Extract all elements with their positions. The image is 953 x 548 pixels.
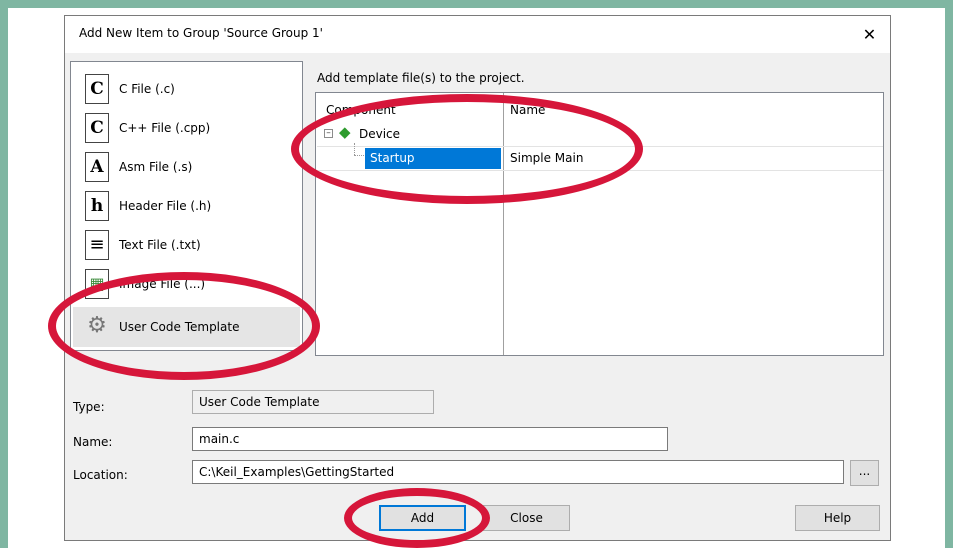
file-type-c[interactable]: C C File (.c) (79, 72, 294, 108)
frame-top-border (0, 0, 953, 8)
gears-icon: ⚙ (87, 313, 107, 338)
file-type-label: Asm File (.s) (119, 160, 193, 174)
frame-right-border (945, 0, 953, 548)
header-file-icon: h (85, 191, 109, 221)
tree-node-device: Device (359, 127, 401, 141)
add-new-item-dialog: Add New Item to Group 'Source Group 1' ✕… (64, 15, 891, 541)
column-divider (503, 93, 504, 355)
name-input[interactable]: main.c (192, 427, 668, 451)
file-type-user-code-template[interactable]: ⚙ User Code Template (73, 307, 300, 347)
component-tree: Component Name – ◆ Device Startup Simple… (315, 92, 884, 356)
row-divider (317, 146, 883, 147)
tree-connector (354, 155, 364, 157)
browse-button[interactable]: ... (850, 460, 879, 486)
row-divider (317, 170, 883, 171)
file-type-label: Header File (.h) (119, 199, 212, 213)
type-label: Type: (73, 400, 105, 414)
collapse-icon[interactable]: – (324, 129, 333, 138)
file-type-image[interactable]: ▦ Image File (...) (79, 267, 294, 303)
frame-left-border (0, 0, 8, 548)
file-type-cpp[interactable]: C C++ File (.cpp) (79, 111, 294, 147)
column-header-component[interactable]: Component (326, 103, 396, 117)
column-header-name[interactable]: Name (510, 103, 545, 117)
image-file-icon: ▦ (85, 269, 109, 299)
close-icon[interactable]: ✕ (849, 16, 890, 53)
file-type-label: C File (.c) (119, 82, 175, 96)
location-input[interactable]: C:\Keil_Examples\GettingStarted (192, 460, 844, 484)
tree-row-startup[interactable]: Startup (365, 148, 501, 169)
close-button[interactable]: Close (483, 505, 570, 531)
file-type-label: C++ File (.cpp) (119, 121, 211, 135)
dialog-titlebar: Add New Item to Group 'Source Group 1' ✕ (65, 16, 890, 53)
location-label: Location: (73, 468, 128, 482)
asm-file-icon: A (85, 152, 109, 182)
file-type-header[interactable]: h Header File (.h) (79, 189, 294, 225)
name-label: Name: (73, 435, 113, 449)
tree-connector (354, 143, 356, 155)
template-name-simple-main[interactable]: Simple Main (510, 151, 583, 165)
type-field: User Code Template (192, 390, 434, 414)
cpp-file-icon: C (85, 113, 109, 143)
text-file-icon: ≡ (85, 230, 109, 260)
file-type-list: C C File (.c) C C++ File (.cpp) A Asm Fi… (70, 61, 303, 351)
file-type-label: User Code Template (119, 320, 240, 334)
file-type-label: Text File (.txt) (119, 238, 201, 252)
dialog-title: Add New Item to Group 'Source Group 1' (79, 26, 323, 40)
diamond-icon: ◆ (339, 123, 351, 141)
file-type-text[interactable]: ≡ Text File (.txt) (79, 228, 294, 264)
c-file-icon: C (85, 74, 109, 104)
file-type-asm[interactable]: A Asm File (.s) (79, 150, 294, 186)
file-type-label: Image File (...) (119, 277, 206, 291)
template-panel-label: Add template file(s) to the project. (317, 71, 525, 85)
tree-node-startup: Startup (370, 151, 415, 165)
help-button[interactable]: Help (795, 505, 880, 531)
add-button[interactable]: Add (379, 505, 466, 531)
